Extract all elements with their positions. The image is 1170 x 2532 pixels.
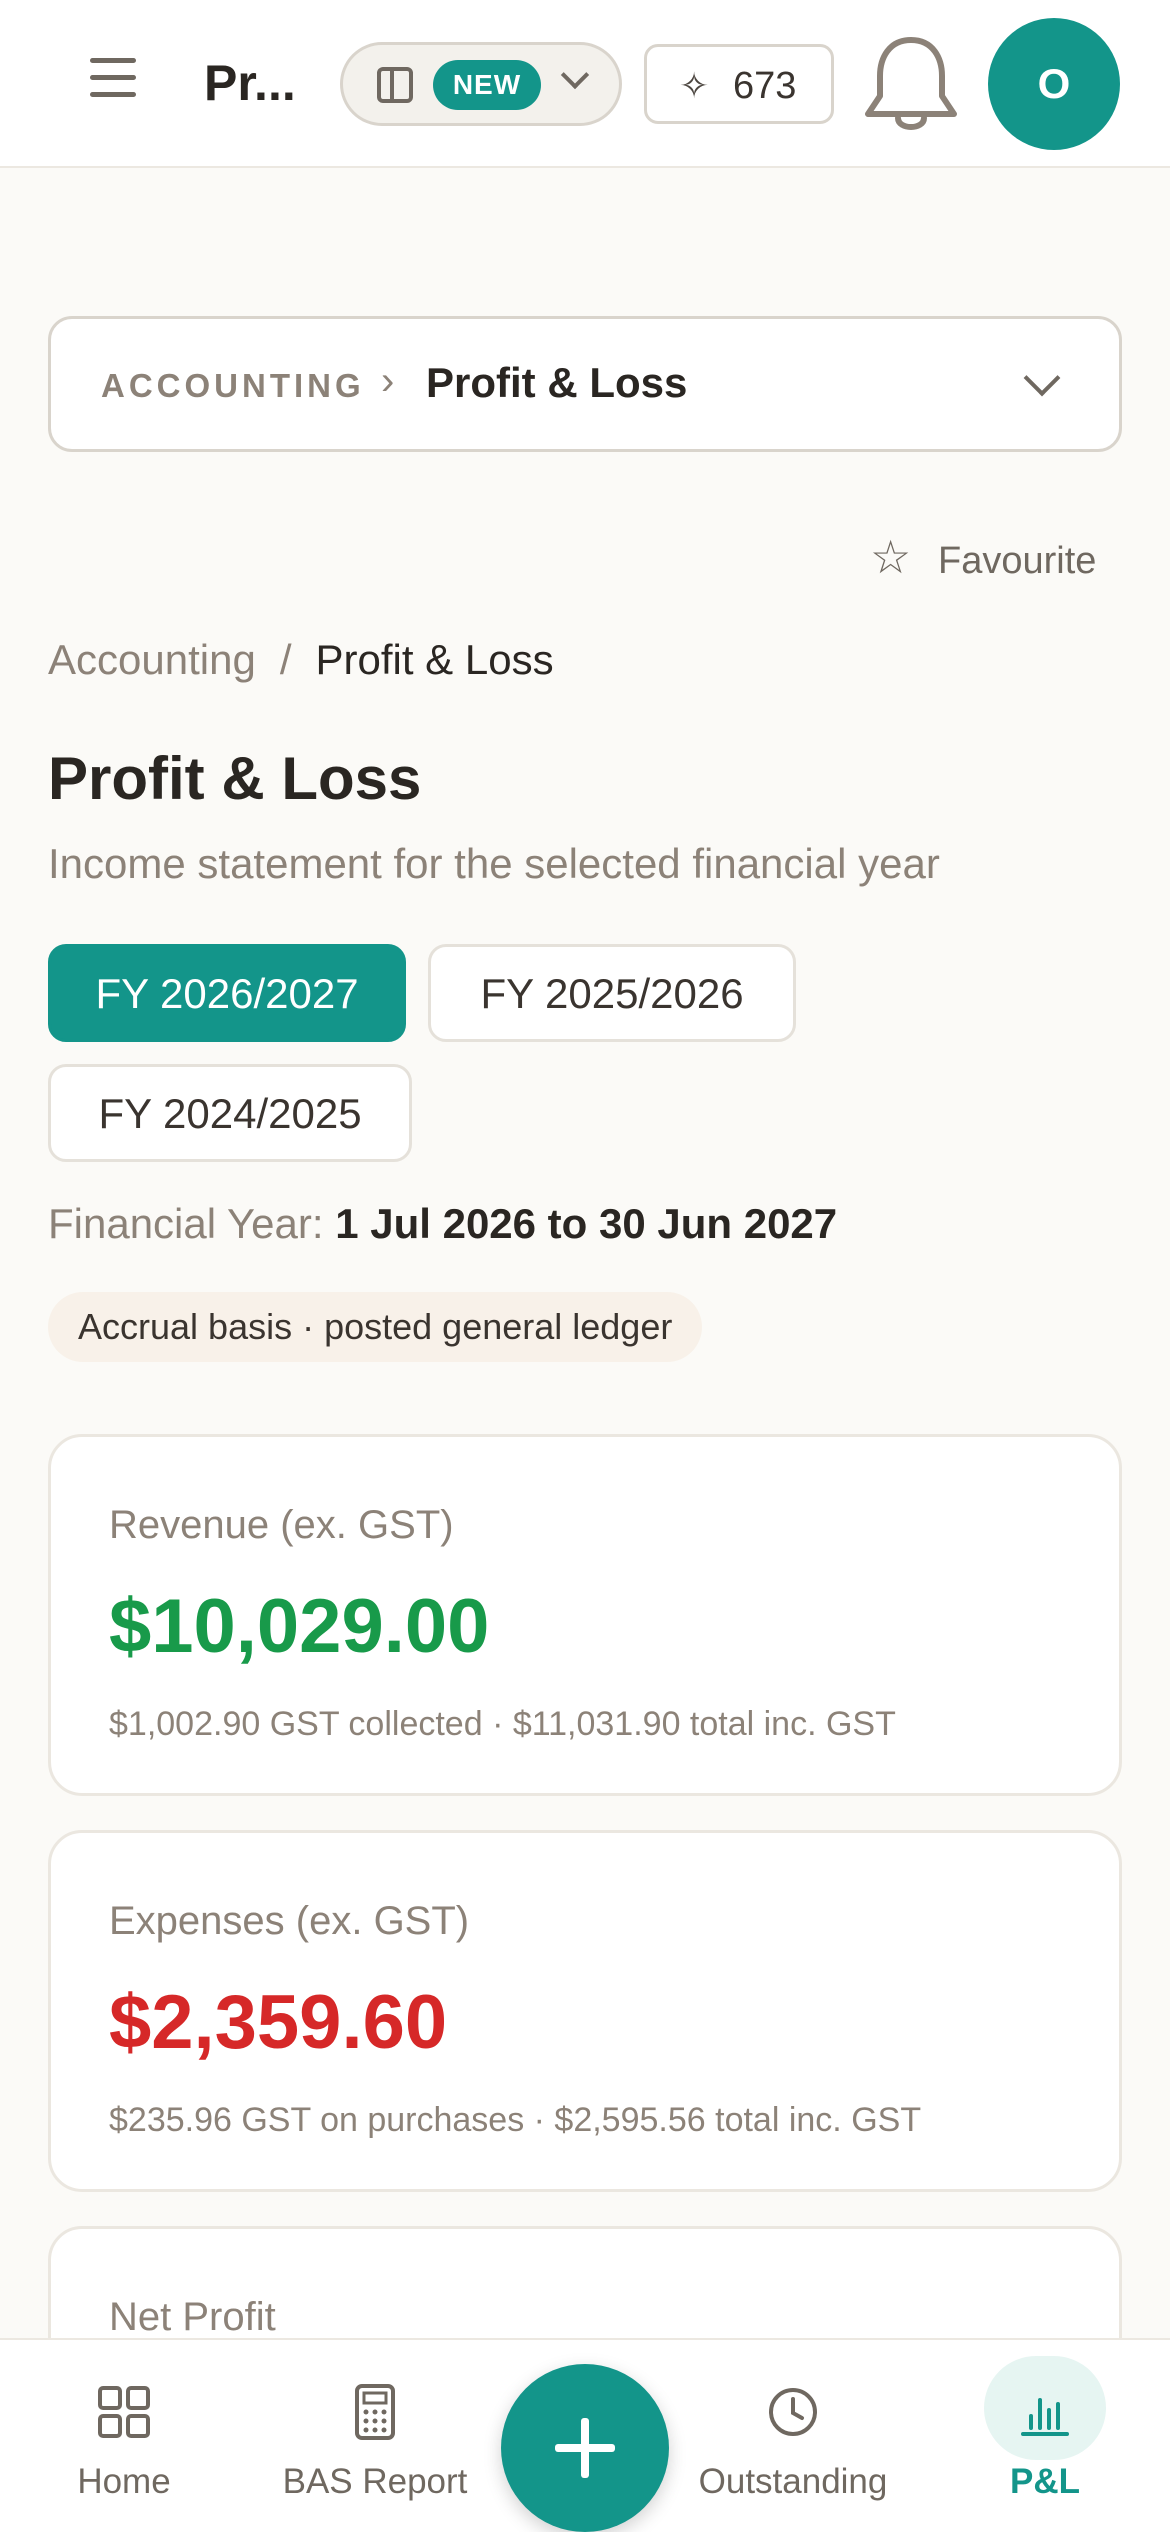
- sparkle-icon: ✧: [679, 65, 710, 106]
- revenue-value: $10,029.00: [109, 1584, 490, 1669]
- breadcrumb: Accounting / Profit & Loss: [48, 636, 554, 684]
- clock-icon: [763, 2382, 823, 2442]
- fy-chip-2026-2027[interactable]: FY 2026/2027: [48, 944, 406, 1042]
- switcher-page-label: Profit & Loss: [426, 359, 688, 406]
- breadcrumb-link-accounting[interactable]: Accounting: [48, 636, 256, 683]
- nav-bas-report-label: BAS Report: [282, 2462, 468, 2501]
- expenses-value: $2,359.60: [109, 1980, 448, 2065]
- expenses-detail: $235.96 GST on purchases · $2,595.56 tot…: [109, 2101, 922, 2139]
- expenses-card: Expenses (ex. GST) $2,359.60 $235.96 GST…: [48, 1830, 1122, 2192]
- breadcrumb-current: Profit & Loss: [315, 636, 554, 683]
- financial-year-range: 1 Jul 2026 to 30 Jun 2027: [335, 1200, 838, 1247]
- breadcrumb-separator: /: [279, 636, 292, 683]
- switcher-section-label: ACCOUNTING: [101, 367, 365, 404]
- top-app-bar: Pr... NEW ✧ 673 O: [0, 0, 1170, 168]
- nav-pl-label: P&L: [1010, 2462, 1080, 2501]
- chevron-down-icon: [560, 60, 590, 90]
- net-profit-label: Net Profit: [109, 2295, 276, 2339]
- nav-home[interactable]: Home: [54, 2340, 194, 2532]
- bar-chart-icon: [1015, 2382, 1075, 2442]
- credits-count: 673: [733, 65, 797, 107]
- ai-credits-button[interactable]: ✧ 673: [644, 44, 834, 124]
- new-badge: NEW: [433, 60, 541, 110]
- menu-icon[interactable]: [82, 58, 146, 110]
- nav-home-label: Home: [77, 2462, 171, 2501]
- expenses-label: Expenses (ex. GST): [109, 1899, 470, 1943]
- chevron-down-icon: [1023, 359, 1061, 397]
- star-icon: ☆: [870, 531, 912, 583]
- fy-chip-2024-2025[interactable]: FY 2024/2025: [48, 1064, 412, 1162]
- financial-year-row: Financial Year: 1 Jul 2026 to 30 Jun 202…: [48, 1200, 837, 1248]
- nav-outstanding-label: Outstanding: [698, 2462, 888, 2501]
- add-button[interactable]: [501, 2364, 669, 2532]
- nav-bas-report[interactable]: BAS Report: [270, 2340, 480, 2532]
- grid-icon: [94, 2382, 154, 2442]
- calculator-icon: [345, 2382, 405, 2442]
- section-switcher[interactable]: ACCOUNTING › Profit & Loss: [48, 316, 1122, 452]
- fy-chip-2025-2026[interactable]: FY 2025/2026: [428, 944, 796, 1042]
- nav-outstanding[interactable]: Outstanding: [688, 2340, 898, 2532]
- app-title: Pr...: [204, 55, 296, 111]
- bell-icon[interactable]: [856, 30, 966, 140]
- accounting-basis-tag: Accrual basis · posted general ledger: [48, 1292, 703, 1362]
- revenue-card: Revenue (ex. GST) $10,029.00 $1,002.90 G…: [48, 1434, 1122, 1796]
- nav-pl[interactable]: P&L: [970, 2340, 1120, 2532]
- page-title: Profit & Loss: [48, 745, 422, 812]
- switcher-separator: ›: [381, 359, 395, 403]
- revenue-detail: $1,002.90 GST collected · $11,031.90 tot…: [109, 1705, 896, 1743]
- sidebar-panel-icon: [377, 67, 413, 103]
- financial-year-label: Financial Year:: [48, 1200, 324, 1247]
- revenue-label: Revenue (ex. GST): [109, 1503, 454, 1547]
- workspace-mode-selector[interactable]: NEW: [340, 42, 622, 126]
- favourite-label: Favourite: [938, 540, 1097, 582]
- avatar[interactable]: O: [988, 18, 1120, 150]
- page-subtitle: Income statement for the selected financ…: [48, 840, 940, 887]
